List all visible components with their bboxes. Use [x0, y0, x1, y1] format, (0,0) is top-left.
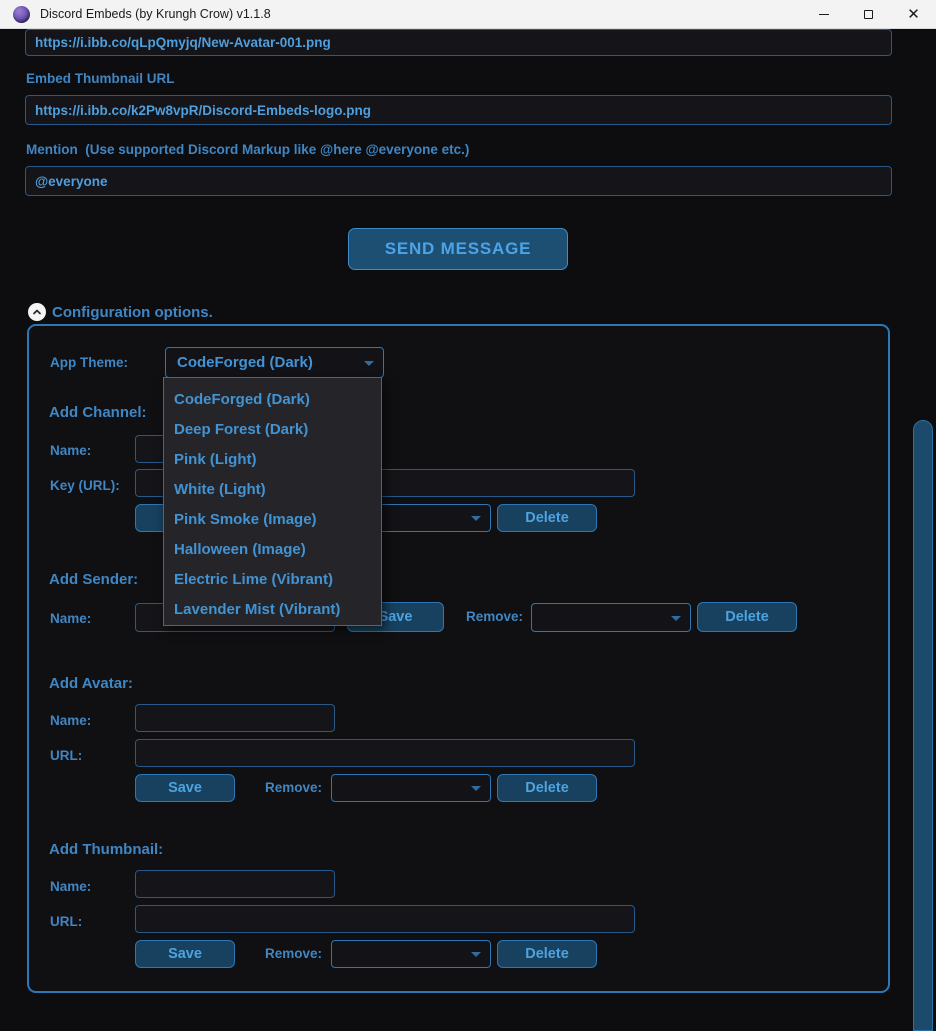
- theme-option-white-light[interactable]: White (Light): [164, 474, 381, 504]
- app-theme-selected-value: CodeForged (Dark): [166, 354, 313, 371]
- theme-option-pink-smoke-image[interactable]: Pink Smoke (Image): [164, 504, 381, 534]
- vertical-scrollbar-thumb[interactable]: [913, 420, 933, 1031]
- titlebar: Discord Embeds (by Krungh Crow) v1.1.8 ✕: [0, 0, 936, 29]
- theme-option-lavender-mist-vibrant[interactable]: Lavender Mist (Vibrant): [164, 594, 381, 624]
- window-controls: ✕: [801, 0, 936, 29]
- theme-option-codeforged-dark[interactable]: CodeForged (Dark): [164, 384, 381, 414]
- add-channel-heading: Add Channel:: [49, 404, 147, 421]
- maximize-button[interactable]: [846, 0, 891, 29]
- close-button[interactable]: ✕: [891, 0, 936, 29]
- thumbnail-delete-button[interactable]: Delete: [497, 940, 597, 968]
- theme-option-electric-lime-vibrant[interactable]: Electric Lime (Vibrant): [164, 564, 381, 594]
- channel-key-label: Key (URL):: [50, 478, 120, 493]
- thumbnail-remove-select[interactable]: [331, 940, 491, 968]
- send-message-button[interactable]: SEND MESSAGE: [348, 228, 568, 270]
- app-theme-dropdown-list: CodeForged (Dark) Deep Forest (Dark) Pin…: [163, 377, 382, 626]
- app-theme-select[interactable]: CodeForged (Dark): [165, 347, 384, 378]
- sender-remove-select[interactable]: [531, 603, 691, 632]
- chevron-down-icon: [364, 361, 374, 366]
- config-groupbox: App Theme: CodeForged (Dark) Add Channel…: [27, 324, 890, 993]
- chevron-down-icon: [471, 952, 481, 957]
- thumbnail-name-label: Name:: [50, 879, 91, 894]
- add-sender-heading: Add Sender:: [49, 571, 138, 588]
- app-theme-label: App Theme:: [50, 355, 128, 370]
- avatar-remove-label: Remove:: [265, 780, 322, 795]
- chevron-down-icon: [671, 616, 681, 621]
- thumbnail-url-input[interactable]: [135, 905, 635, 933]
- avatar-name-input[interactable]: [135, 704, 335, 732]
- window-title: Discord Embeds (by Krungh Crow) v1.1.8: [40, 7, 271, 21]
- embed-thumbnail-url-label: Embed Thumbnail URL: [26, 71, 175, 86]
- app-icon: [13, 6, 30, 23]
- add-avatar-heading: Add Avatar:: [49, 675, 133, 692]
- thumbnail-save-button[interactable]: Save: [135, 940, 235, 968]
- avatar-url-label: URL:: [50, 748, 82, 763]
- embed-thumbnail-url-input[interactable]: [25, 95, 892, 125]
- collapse-config-button[interactable]: [28, 303, 46, 321]
- minimize-icon: [819, 14, 829, 15]
- sender-name-label: Name:: [50, 611, 91, 626]
- avatar-remove-select[interactable]: [331, 774, 491, 802]
- minimize-button[interactable]: [801, 0, 846, 29]
- avatar-delete-button[interactable]: Delete: [497, 774, 597, 802]
- avatar-url-input[interactable]: [135, 739, 635, 767]
- mention-input[interactable]: [25, 166, 892, 196]
- maximize-icon: [864, 10, 873, 19]
- sender-remove-label: Remove:: [466, 609, 523, 624]
- thumbnail-remove-label: Remove:: [265, 946, 322, 961]
- chevron-down-icon: [471, 786, 481, 791]
- sender-delete-button[interactable]: Delete: [697, 602, 797, 632]
- theme-option-deep-forest-dark[interactable]: Deep Forest (Dark): [164, 414, 381, 444]
- embed-avatar-url-input[interactable]: [25, 29, 892, 56]
- avatar-save-button[interactable]: Save: [135, 774, 235, 802]
- channel-name-label: Name:: [50, 443, 91, 458]
- channel-delete-button[interactable]: Delete: [497, 504, 597, 532]
- chevron-down-icon: [471, 516, 481, 521]
- mention-label: Mention (Use supported Discord Markup li…: [26, 142, 469, 157]
- avatar-name-label: Name:: [50, 713, 91, 728]
- chevron-up-icon: [31, 306, 43, 318]
- add-thumbnail-heading: Add Thumbnail:: [49, 841, 163, 858]
- theme-option-pink-light[interactable]: Pink (Light): [164, 444, 381, 474]
- config-options-heading: Configuration options.: [52, 304, 213, 321]
- thumbnail-url-label: URL:: [50, 914, 82, 929]
- close-icon: ✕: [907, 7, 920, 22]
- theme-option-halloween-image[interactable]: Halloween (Image): [164, 534, 381, 564]
- thumbnail-name-input[interactable]: [135, 870, 335, 898]
